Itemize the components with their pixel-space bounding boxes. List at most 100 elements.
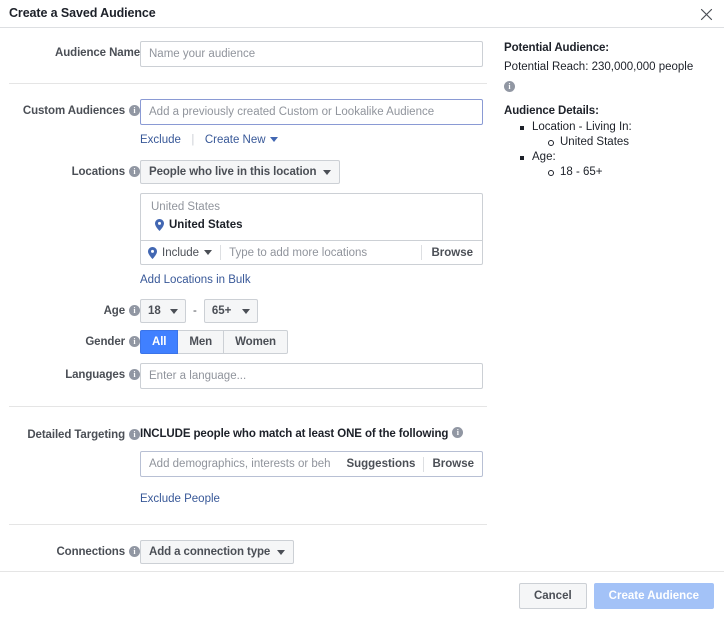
detail-item-location: Location - Living In: United States xyxy=(520,120,724,150)
languages-field xyxy=(140,363,500,389)
info-icon[interactable]: i xyxy=(129,336,140,347)
location-chip[interactable]: United States xyxy=(141,216,482,240)
audience-name-label-wrap: Audience Name xyxy=(0,41,140,60)
add-locations-bulk-link[interactable]: Add Locations in Bulk xyxy=(140,274,251,286)
audience-name-input[interactable] xyxy=(140,41,483,67)
exclude-people-wrap: Exclude People xyxy=(140,489,500,507)
info-icon[interactable]: i xyxy=(129,546,140,557)
include-dropdown[interactable]: Include xyxy=(141,246,220,259)
connection-type-value: Add a connection type xyxy=(149,546,271,558)
languages-input[interactable] xyxy=(140,363,483,389)
field-row-custom-audiences: Custom Audiences i Exclude | Create New xyxy=(0,99,500,148)
age-min-dropdown[interactable]: 18 xyxy=(140,299,186,323)
page-title: Create a Saved Audience xyxy=(9,6,156,20)
chevron-down-icon xyxy=(241,308,250,314)
detailed-targeting-label-wrap: Detailed Targeting i xyxy=(0,423,140,442)
exclude-link[interactable]: Exclude xyxy=(140,134,181,146)
age-max-value: 65+ xyxy=(211,305,232,317)
audience-details-list: Location - Living In: United States Age:… xyxy=(504,120,724,180)
gender-option-men[interactable]: Men xyxy=(178,330,225,354)
location-type-dropdown[interactable]: People who live in this location xyxy=(140,160,341,184)
connections-field: Add a connection type xyxy=(140,540,500,564)
gender-label-wrap: Gender i xyxy=(0,330,140,349)
languages-label: Languages xyxy=(65,369,125,381)
age-label: Age xyxy=(103,305,126,317)
create-new-link[interactable]: Create New xyxy=(205,134,266,146)
detailed-targeting-input[interactable] xyxy=(141,453,339,475)
locations-browse-button[interactable]: Browse xyxy=(422,247,482,259)
footer-buttons: Cancel Create Audience xyxy=(518,583,714,609)
languages-label-wrap: Languages i xyxy=(0,363,140,382)
info-icon[interactable]: i xyxy=(452,427,464,439)
gender-option-all[interactable]: All xyxy=(140,330,179,354)
age-field: 18 - 65+ xyxy=(140,299,500,323)
location-type-value: People who live in this location xyxy=(149,166,317,178)
chevron-down-icon xyxy=(323,169,332,175)
close-icon[interactable] xyxy=(696,4,716,24)
age-max-dropdown[interactable]: 65+ xyxy=(203,299,258,323)
exclude-people-link[interactable]: Exclude People xyxy=(140,493,220,505)
detail-item-age: Age: 18 - 65+ xyxy=(520,150,724,180)
custom-audiences-input[interactable] xyxy=(140,99,483,125)
field-row-connections: Connections i Add a connection type xyxy=(0,540,500,564)
field-row-languages: Languages i xyxy=(0,363,500,389)
detail-label: Age: xyxy=(532,151,556,163)
potential-audience-title: Potential Audience: xyxy=(504,42,610,54)
detail-label: Location - Living In: xyxy=(532,121,632,133)
custom-audiences-label-wrap: Custom Audiences i xyxy=(0,99,140,118)
locations-group-header: United States xyxy=(151,201,221,213)
info-icon[interactable]: i xyxy=(129,105,140,116)
include-dropdown-label: Include xyxy=(162,246,200,259)
locations-field: People who live in this location United … xyxy=(140,160,500,288)
custom-audiences-label: Custom Audiences xyxy=(22,105,125,117)
divider-2 xyxy=(9,406,487,407)
detailed-targeting-input-wrap: Suggestions Browse xyxy=(140,451,483,477)
locations-search-input[interactable] xyxy=(221,241,422,264)
bulk-link-wrap: Add Locations in Bulk xyxy=(140,270,500,288)
gender-option-women[interactable]: Women xyxy=(224,330,288,354)
audience-name-field xyxy=(140,41,500,67)
detail-subitem: 18 - 65+ xyxy=(548,165,724,180)
info-icon[interactable]: i xyxy=(504,81,515,93)
connections-label: Connections xyxy=(56,546,125,558)
info-icon[interactable]: i xyxy=(129,429,140,440)
detailed-targeting-browse-button[interactable]: Browse xyxy=(424,458,482,470)
location-chip-label: United States xyxy=(169,219,243,231)
chevron-down-icon xyxy=(277,549,286,555)
gender-label: Gender xyxy=(85,336,125,348)
audience-details-title: Audience Details: xyxy=(504,105,599,117)
age-min-value: 18 xyxy=(148,305,161,317)
connection-type-dropdown[interactable]: Add a connection type xyxy=(140,540,295,564)
detailed-targeting-field: INCLUDE people who match at least ONE of… xyxy=(140,423,500,507)
potential-reach-value: Potential Reach: 230,000,000 people xyxy=(504,61,694,73)
field-row-age: Age i 18 - 65+ xyxy=(0,299,500,323)
cancel-button[interactable]: Cancel xyxy=(518,583,587,609)
detailed-targeting-include-title: INCLUDE people who match at least ONE of… xyxy=(140,428,449,440)
field-row-audience-name: Audience Name xyxy=(0,41,500,67)
age-label-wrap: Age i xyxy=(0,299,140,318)
info-icon[interactable]: i xyxy=(129,305,140,316)
field-row-detailed-targeting: Detailed Targeting i INCLUDE people who … xyxy=(0,423,500,507)
info-icon[interactable]: i xyxy=(129,166,140,177)
include-title-row: INCLUDE people who match at least ONE of… xyxy=(140,423,500,442)
dialog-footer: Cancel Create Audience xyxy=(0,571,724,619)
age-separator: - xyxy=(193,305,197,317)
divider-3 xyxy=(9,524,487,525)
detailed-targeting-label: Detailed Targeting xyxy=(27,429,125,441)
chevron-down-icon xyxy=(204,250,213,255)
potential-audience-panel: Potential Audience: Potential Reach: 230… xyxy=(504,28,724,180)
locations-label: Locations xyxy=(71,166,126,178)
chevron-down-icon[interactable] xyxy=(269,137,278,142)
info-icon[interactable]: i xyxy=(129,369,140,380)
field-row-gender: Gender i All Men Women xyxy=(0,330,500,354)
audience-name-label: Audience Name xyxy=(55,47,140,59)
gender-field: All Men Women xyxy=(140,330,500,354)
detail-subitem: United States xyxy=(548,135,724,150)
custom-audiences-links: Exclude | Create New xyxy=(140,130,500,148)
dialog-body: Audience Name Custom Audiences i Exclude xyxy=(0,28,724,619)
locations-box: United States United States Include Type… xyxy=(140,193,483,265)
create-audience-button[interactable]: Create Audience xyxy=(593,583,714,609)
link-separator: | xyxy=(191,134,195,146)
connections-label-wrap: Connections i xyxy=(0,540,140,559)
suggestions-button[interactable]: Suggestions xyxy=(338,458,423,470)
